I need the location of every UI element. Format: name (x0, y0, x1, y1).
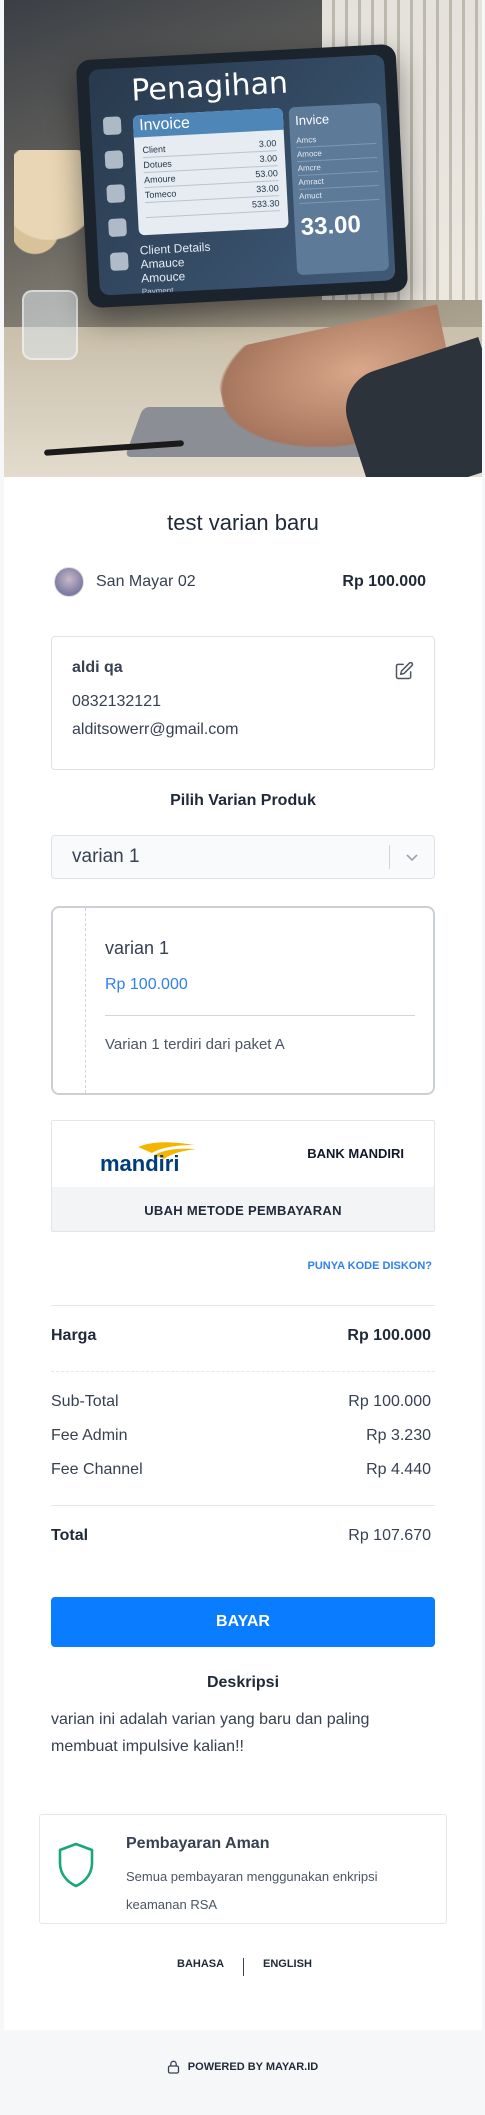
language-label: BAHASA (177, 1958, 225, 1970)
invoice-row-label: Amoure (143, 173, 176, 186)
variant-select-value: varian 1 (72, 846, 140, 867)
glass-jar (22, 290, 78, 360)
discount-code-link[interactable]: PUNYA KODE DISKON? (308, 1260, 432, 1272)
product-hero-image: Penagihan Invoice Client 3.00 Dotues 3.00 … (4, 0, 482, 477)
invoice-row-label: Client (142, 143, 166, 156)
language-separator (243, 1958, 244, 1976)
change-payment-method-button[interactable]: UBAH METODE PEMBAYARAN (52, 1187, 434, 1231)
harga-value: Rp 100.000 (347, 1327, 431, 1344)
screen-nav-icon (108, 218, 127, 238)
footer: POWERED BY MAYAR.ID (0, 2060, 485, 2074)
invoice-row-value: 53.00 (255, 168, 279, 180)
invoice-panel-secondary-header: Invice (294, 111, 330, 129)
description-text: varian ini adalah varian yang baru dan p… (51, 1711, 370, 1755)
bank-name: BANK MANDIRI (307, 1146, 404, 1161)
invoice-panel-secondary: Invice Amcs Amoce Amcre Amract Amuct 33.… (288, 102, 390, 276)
description-heading: Deskripsi (206, 1674, 280, 1691)
merchant-info: San Mayar 02 (54, 567, 196, 597)
total-label: Total (51, 1527, 89, 1544)
invoice-secondary-label: Amuct (298, 185, 380, 205)
customer-info-box: aldi qa 0832132121 alditsowerr@gmail.com (51, 636, 435, 770)
monitor-screen: Penagihan Invoice Client 3.00 Dotues 3.00 … (88, 54, 396, 296)
variant-card[interactable]: varian 1 Rp 100.000 Varian 1 terdiri dar… (51, 906, 435, 1095)
harga-label: Harga (51, 1327, 97, 1344)
merchant-avatar (54, 567, 84, 597)
shield-icon (58, 1842, 94, 1888)
screen-nav-icon (104, 150, 124, 170)
client-details: Client Details Amauce Amouce Payment (139, 236, 292, 296)
fee-admin-label: Fee Admin (51, 1427, 128, 1444)
summary-divider (51, 1371, 435, 1372)
subtotal-label: Sub-Total (51, 1393, 119, 1410)
lock-icon (167, 2060, 179, 2074)
screen-sidebar (97, 116, 136, 287)
product-title: test varian baru (167, 510, 319, 535)
secure-payment-box: Pembayaran Aman Semua pembayaran menggun… (39, 1814, 447, 1924)
edit-icon[interactable] (394, 661, 414, 681)
variant-card-name: varian 1 (105, 938, 170, 958)
invoice-total-value: 533.30 (251, 198, 280, 210)
payment-method-selected: mandiri BANK MANDIRI (52, 1121, 434, 1187)
checkout-card: Penagihan Invoice Client 3.00 Dotues 3.00 … (4, 0, 482, 2030)
powered-by-text[interactable]: POWERED BY MAYAR.ID (188, 2061, 318, 2073)
screen-title: Penagihan (130, 65, 289, 109)
invoice-row-value: 3.00 (258, 138, 277, 150)
fee-channel-label: Fee Channel (51, 1461, 143, 1478)
secure-payment-text: Semua pembayaran menggunakan enkripsi ke… (126, 1869, 378, 1912)
variant-card-divider (85, 908, 86, 1093)
monitor: Penagihan Invoice Client 3.00 Dotues 3.00 … (75, 43, 409, 309)
variant-select[interactable]: varian 1 (51, 835, 435, 879)
secure-payment-title: Pembayaran Aman (126, 1835, 270, 1852)
merchant-name: San Mayar 02 (96, 573, 196, 590)
chevron-down-icon[interactable] (390, 852, 434, 862)
fee-channel-value: Rp 4.440 (366, 1461, 431, 1478)
product-price: Rp 100.000 (342, 573, 426, 590)
summary-divider (51, 1505, 435, 1506)
pay-button[interactable]: BAYAR (51, 1597, 435, 1647)
total-value: Rp 107.670 (348, 1527, 431, 1544)
language-english-link[interactable]: ENGLISH (263, 1958, 312, 1970)
invoice-row-label: Tomeco (144, 188, 177, 201)
variant-card-line (105, 1015, 415, 1016)
screen-nav-icon (109, 252, 129, 271)
customer-name: aldi qa (72, 659, 123, 676)
invoice-panel-header: Invoice (132, 107, 284, 138)
fee-admin-value: Rp 3.230 (366, 1427, 431, 1444)
variant-heading: Pilih Varian Produk (170, 792, 316, 809)
customer-email: alditsowerr@gmail.com (72, 721, 239, 738)
subtotal-value: Rp 100.000 (348, 1393, 431, 1410)
invoice-row-value: 33.00 (255, 183, 279, 195)
summary-divider (51, 1305, 435, 1306)
customer-phone: 0832132121 (72, 693, 161, 710)
variant-card-description: Varian 1 terdiri dari paket A (105, 1036, 285, 1053)
variant-card-price: Rp 100.000 (105, 976, 188, 993)
mandiri-logo: mandiri (100, 1142, 196, 1175)
invoice-secondary-amount: 33.00 (300, 210, 362, 241)
invoice-row-value: 3.00 (259, 153, 278, 165)
screen-nav-icon (106, 184, 126, 204)
screen-nav-icon (102, 116, 122, 136)
invoice-panel: Invoice Client 3.00 Dotues 3.00 Amoure 53.0… (132, 107, 289, 236)
payment-method-box: mandiri BANK MANDIRI UBAH METODE PEMBAYA… (51, 1120, 435, 1232)
mandiri-logo-text: mandiri (100, 1151, 179, 1175)
invoice-row-label: Dotues (143, 158, 173, 171)
